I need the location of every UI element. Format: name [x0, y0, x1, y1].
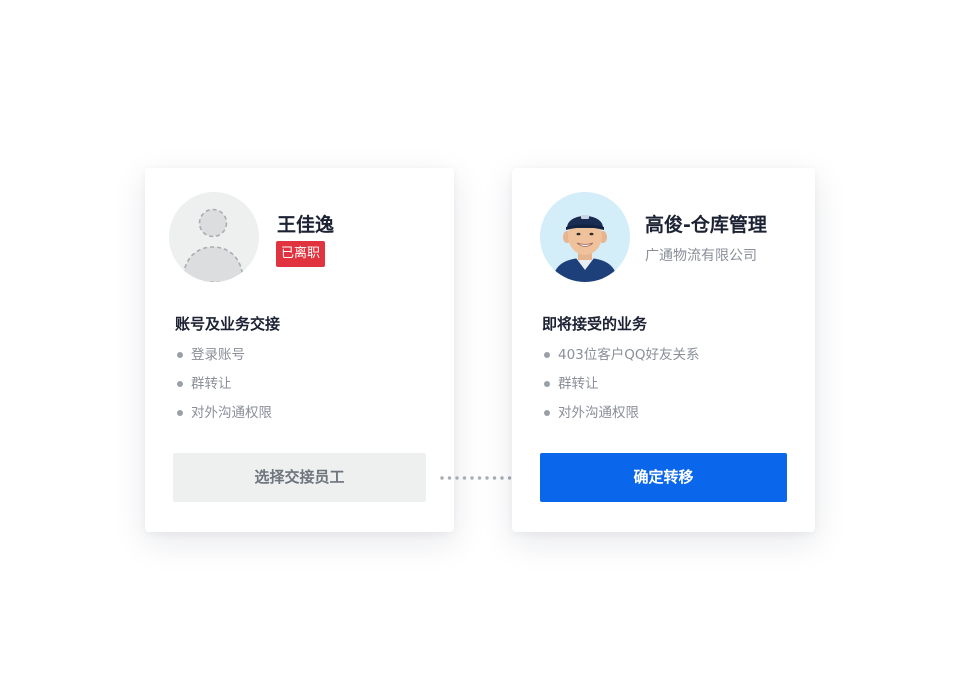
- list-item: 群转让: [542, 373, 700, 402]
- select-handover-employee-button[interactable]: 选择交接员工: [173, 453, 426, 502]
- receiving-employee-card: 高俊-仓库管理 广通物流有限公司 即将接受的业务 403位客户QQ好友关系 群转…: [512, 168, 815, 532]
- receiving-items-list: 403位客户QQ好友关系 群转让 对外沟通权限: [542, 344, 700, 431]
- list-item: 登录账号: [175, 344, 272, 373]
- departing-employee-card: 王佳逸 已离职 账号及业务交接 登录账号 群转让 对外沟通权限 选择交接员工: [145, 168, 454, 532]
- list-item: 群转让: [175, 373, 272, 402]
- handover-items-list: 登录账号 群转让 对外沟通权限: [175, 344, 272, 431]
- user-placeholder-icon: [169, 192, 259, 282]
- placeholder-avatar: [169, 192, 259, 282]
- list-item: 403位客户QQ好友关系: [542, 344, 700, 373]
- person-avatar-icon: [540, 192, 630, 282]
- list-item: 对外沟通权限: [542, 402, 700, 431]
- list-item: 对外沟通权限: [175, 402, 272, 431]
- receiving-section-title: 即将接受的业务: [542, 315, 648, 333]
- resigned-status-badge: 已离职: [276, 241, 326, 267]
- confirm-transfer-button[interactable]: 确定转移: [540, 453, 787, 502]
- company-name: 广通物流有限公司: [645, 248, 757, 264]
- departing-employee-name: 王佳逸: [277, 214, 335, 236]
- receiving-employee-name: 高俊-仓库管理: [645, 214, 767, 236]
- handover-screen: 王佳逸 已离职 账号及业务交接 登录账号 群转让 对外沟通权限 选择交接员工 高…: [0, 0, 960, 700]
- handover-section-title: 账号及业务交接: [175, 315, 281, 333]
- receiving-employee-avatar: [540, 192, 630, 282]
